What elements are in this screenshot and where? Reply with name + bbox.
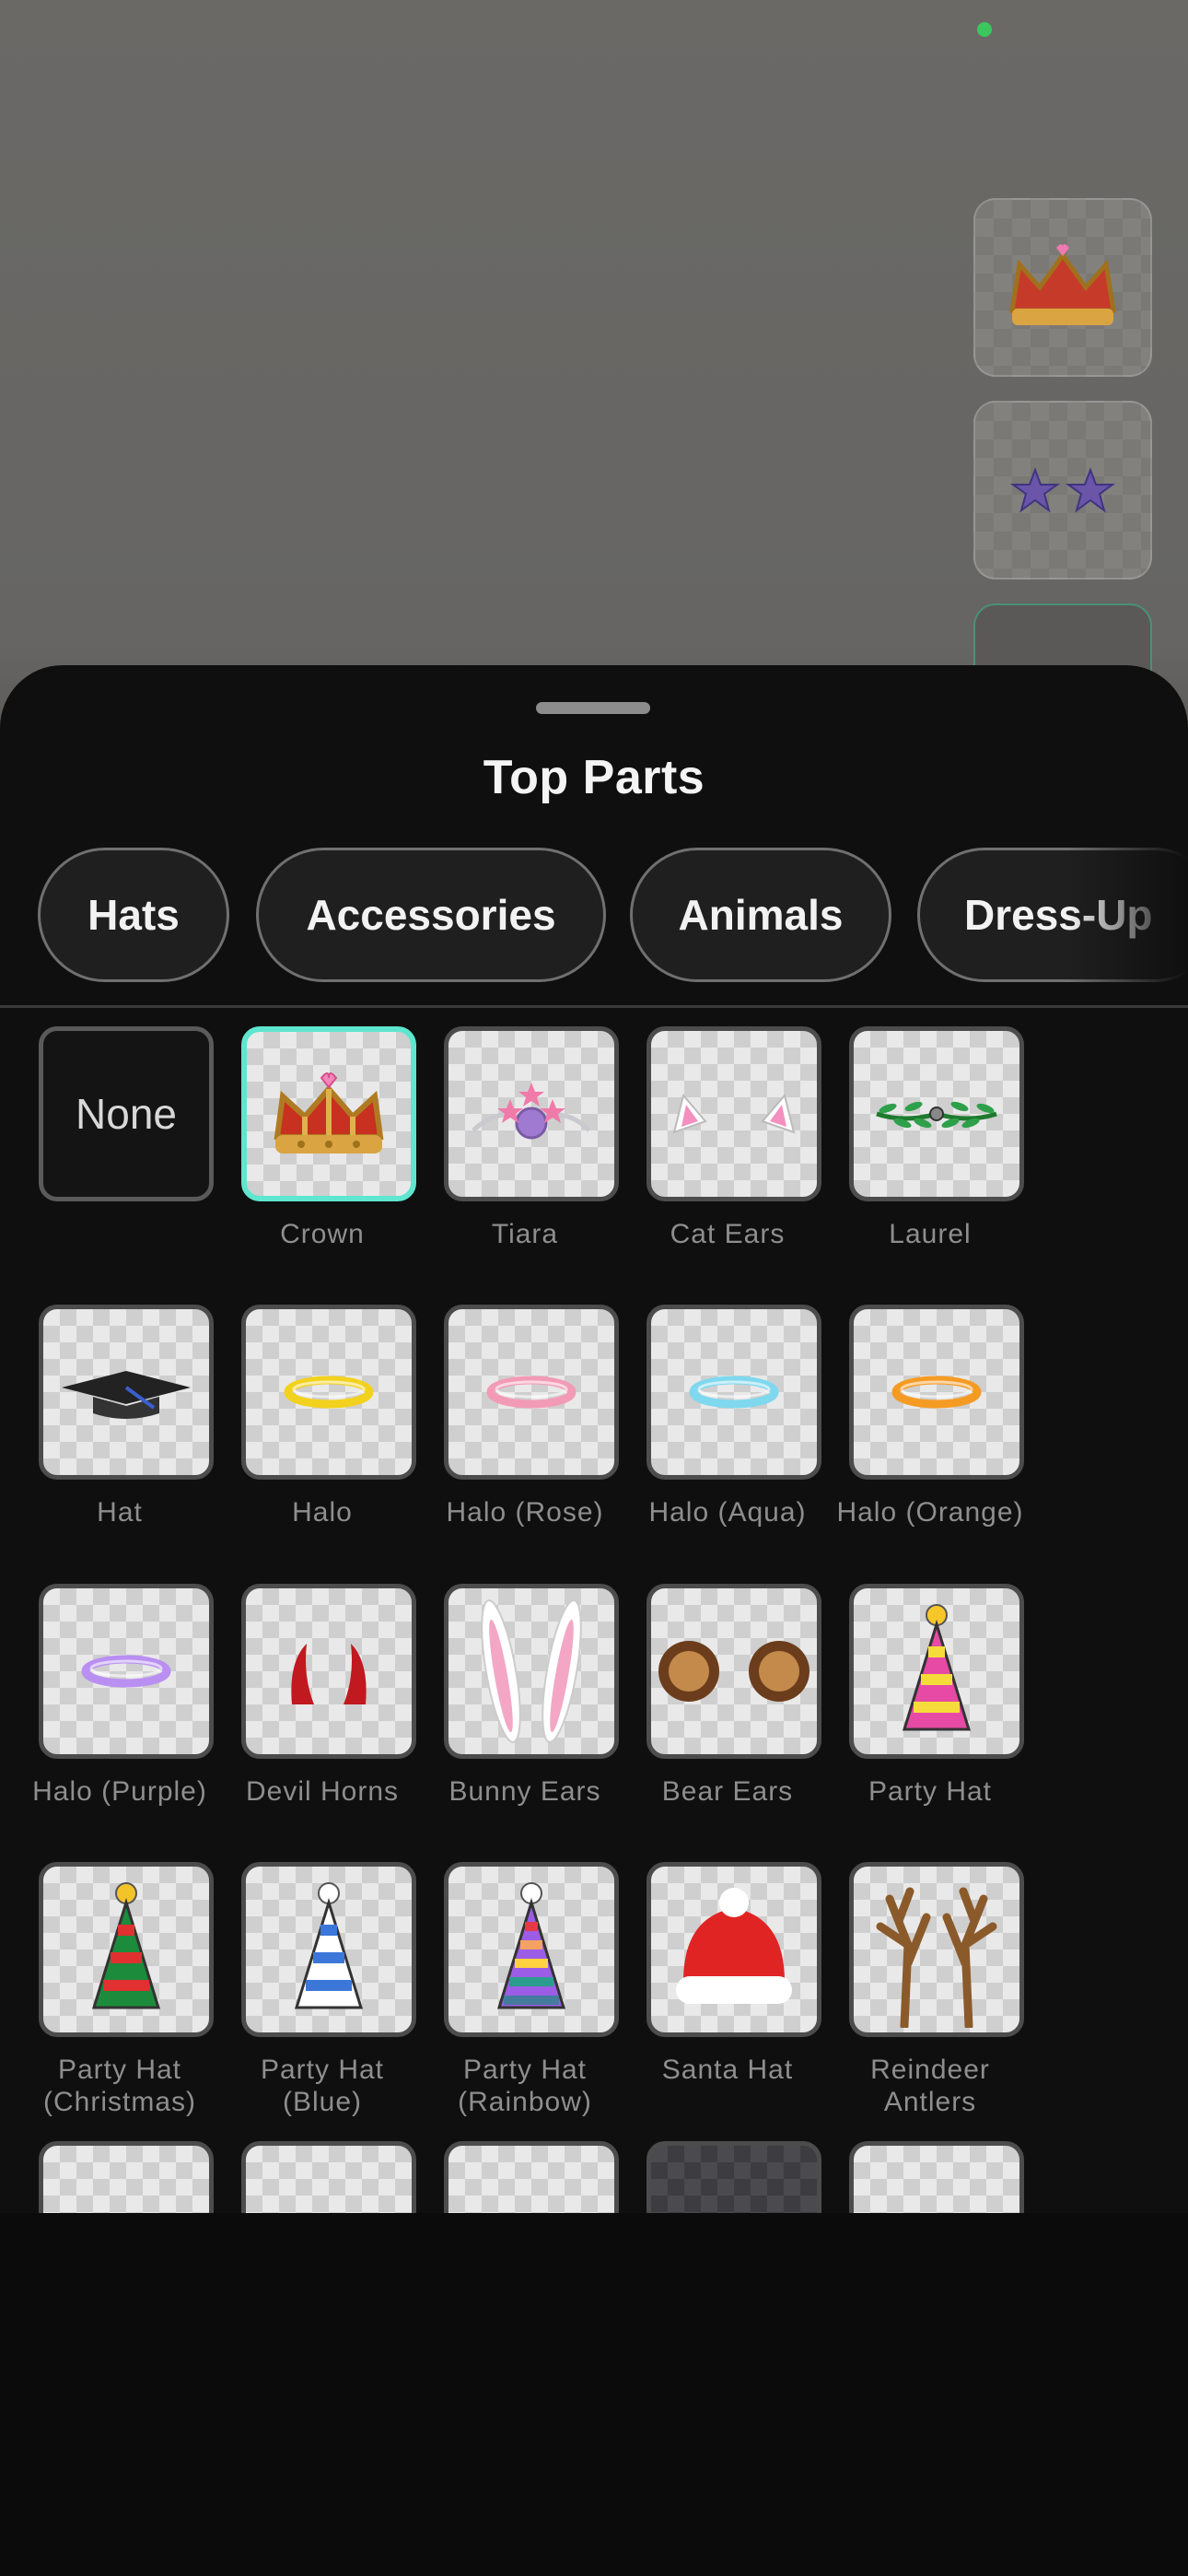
- part-tile[interactable]: [39, 2141, 214, 2213]
- part-tile[interactable]: [646, 2141, 821, 2213]
- part-label: Party Hat (Rainbow): [458, 2055, 592, 2117]
- part-tile[interactable]: [444, 1584, 619, 1759]
- side-thumb-star-glasses[interactable]: [973, 401, 1152, 580]
- reindeer-antlers-icon: [868, 1871, 1006, 2028]
- part-tile[interactable]: [849, 1584, 1024, 1759]
- halo-aqua-icon: [683, 1369, 785, 1415]
- party-hat-rainbow-icon: [490, 1880, 573, 2019]
- bottom-safe-area: [0, 2213, 1188, 2576]
- part-label: Halo (Purple): [32, 1776, 207, 1807]
- bunny-ears-icon: [472, 1593, 591, 1750]
- part-label: Bear Ears: [661, 1776, 794, 1807]
- halo-rose-icon: [481, 1369, 582, 1415]
- part-tile[interactable]: [39, 1862, 214, 2037]
- part-tile[interactable]: [39, 1305, 214, 1480]
- tab-accessories[interactable]: Accessories: [256, 848, 606, 982]
- cat-ears-icon: [665, 1086, 803, 1142]
- part-label: Party Hat (Christmas): [43, 2055, 196, 2117]
- part-label: Tiara: [491, 1219, 559, 1249]
- tabs-fade: [1068, 840, 1188, 997]
- part-tile[interactable]: [646, 1862, 821, 2037]
- none-option-label: None: [76, 1090, 177, 1138]
- part-tile[interactable]: [241, 1584, 416, 1759]
- sheet-grabber[interactable]: [536, 702, 650, 714]
- part-label: Halo (Rose): [446, 1497, 604, 1528]
- tab-hats[interactable]: Hats: [38, 848, 229, 982]
- tiara-icon: [462, 1077, 600, 1151]
- part-tile[interactable]: [849, 1305, 1024, 1480]
- part-label: Laurel: [889, 1219, 972, 1249]
- party-hat-icon: [895, 1602, 978, 1740]
- part-tile[interactable]: [849, 1862, 1024, 2037]
- parts-grid: None Crown Tiara Cat Ears Laurel Hat Halo Halo …: [0, 1008, 1188, 2213]
- part-label: Halo (Orange): [836, 1497, 1024, 1528]
- santa-hat-icon: [665, 1880, 803, 2019]
- halo-icon: [278, 1369, 379, 1415]
- part-label: Hat: [97, 1497, 143, 1528]
- part-label: Halo: [292, 1497, 353, 1528]
- tab-animals[interactable]: Animals: [630, 848, 891, 982]
- part-tile[interactable]: [39, 1584, 214, 1759]
- category-tabs: Hats Accessories Animals Dress-Up: [38, 848, 1188, 986]
- halo-purple-icon: [76, 1648, 177, 1694]
- crown-icon: [1009, 244, 1116, 325]
- part-tile[interactable]: [241, 2141, 416, 2213]
- part-label: Party Hat: [868, 1776, 993, 1807]
- part-tile[interactable]: [849, 1026, 1024, 1201]
- none-option-tile[interactable]: None: [39, 1026, 214, 1201]
- part-label: Cat Ears: [670, 1219, 786, 1249]
- part-tile[interactable]: [646, 1305, 821, 1480]
- side-thumb-crown[interactable]: [973, 198, 1152, 377]
- sheet-title: Top Parts: [483, 751, 705, 804]
- part-tile[interactable]: [444, 1026, 619, 1201]
- devil-horns-icon: [274, 1634, 384, 1708]
- part-tile[interactable]: [241, 1305, 416, 1480]
- party-hat-christmas-icon: [85, 1880, 168, 2019]
- laurel-icon: [868, 1086, 1006, 1142]
- part-tile[interactable]: [444, 1305, 619, 1480]
- part-tile[interactable]: [646, 1584, 821, 1759]
- crown-icon: [264, 1063, 393, 1165]
- part-tile[interactable]: [849, 2141, 1024, 2213]
- part-tile[interactable]: [646, 1026, 821, 1201]
- camera-in-use-indicator: [977, 22, 992, 37]
- halo-orange-icon: [886, 1369, 987, 1415]
- part-label: Crown: [280, 1219, 365, 1249]
- part-label: Devil Horns: [245, 1776, 400, 1807]
- top-parts-sheet: Top Parts Hats Accessories Animals Dress…: [0, 665, 1188, 2576]
- part-tile[interactable]: [241, 1862, 416, 2037]
- part-label: Party Hat (Blue): [260, 2055, 385, 2117]
- part-label: Santa Hat: [661, 2055, 794, 2085]
- star-glasses-icon: [1009, 467, 1116, 513]
- part-label: Bunny Ears: [448, 1776, 601, 1807]
- part-tile[interactable]: [241, 1026, 416, 1201]
- part-label: Halo (Aqua): [648, 1497, 807, 1528]
- part-tile[interactable]: [444, 2141, 619, 2213]
- part-tile[interactable]: [444, 1862, 619, 2037]
- graduation-cap-icon: [52, 1360, 200, 1424]
- bear-ears-icon: [656, 1634, 812, 1708]
- party-hat-blue-icon: [287, 1880, 370, 2019]
- part-label: Reindeer Antlers: [870, 2055, 990, 2117]
